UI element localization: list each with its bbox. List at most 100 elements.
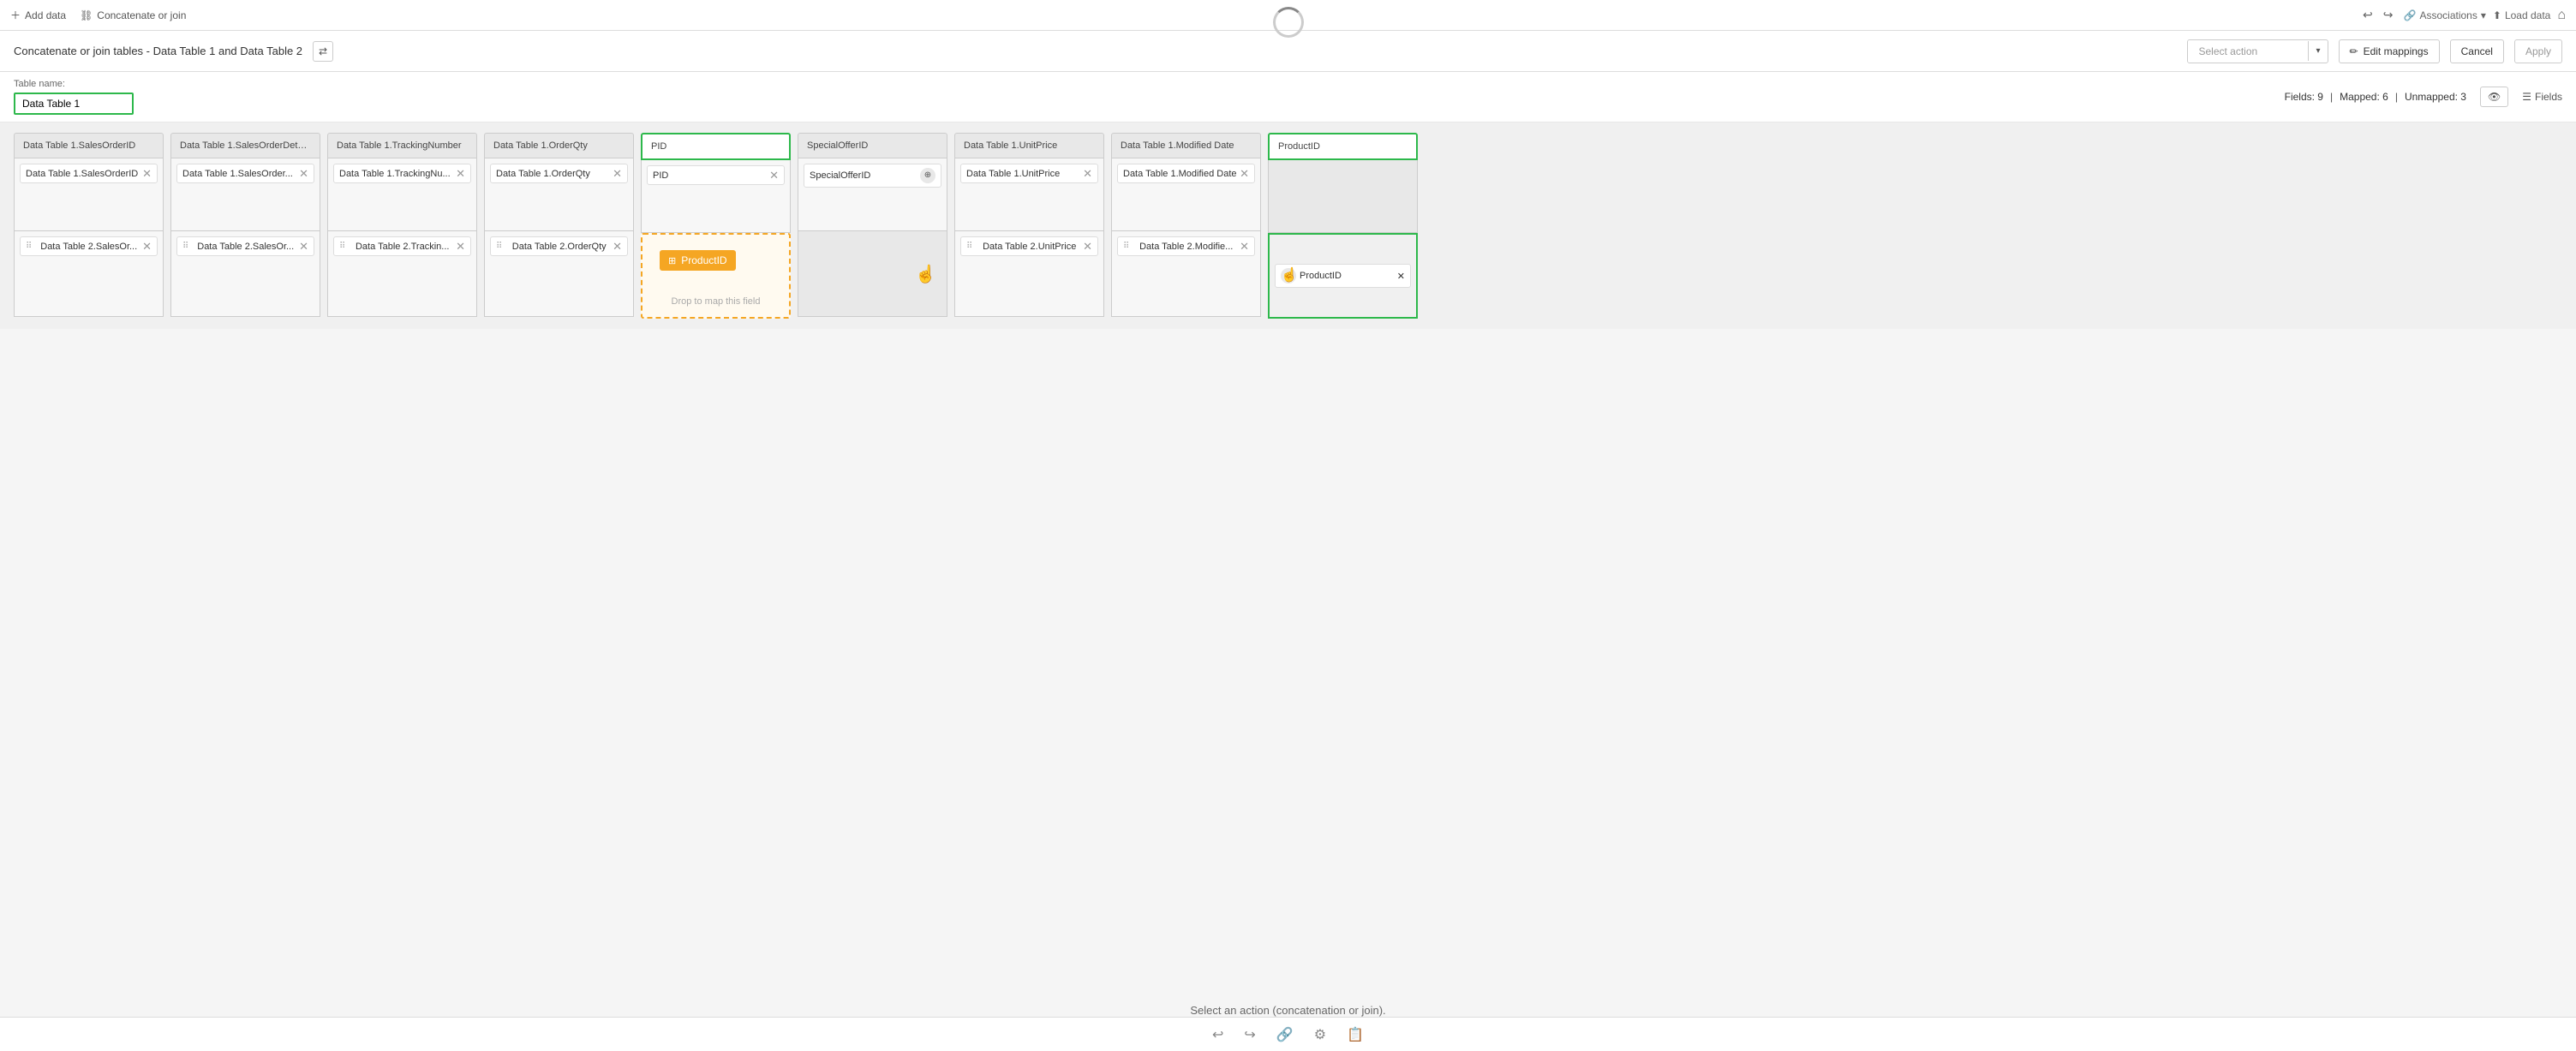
tag-6-top[interactable]: SpecialOfferID ⊕ — [804, 164, 941, 188]
col-bottom-7[interactable]: ⠿ Data Table 2.UnitPrice ✕ — [954, 231, 1104, 317]
home-button[interactable]: ⌂ — [2557, 8, 2566, 23]
tag-4-top[interactable]: Data Table 1.OrderQty ✕ — [490, 164, 628, 183]
col-top-7[interactable]: Data Table 1.UnitPrice ✕ — [954, 158, 1104, 231]
load-data-label: Load data — [2505, 9, 2550, 21]
close-icon[interactable]: ✕ — [142, 168, 152, 179]
drop-zone-5[interactable]: ⊞ ProductID Drop to map this field — [641, 233, 791, 319]
drag-handle: ⠿ — [1123, 242, 1129, 251]
link-icon: ⛓ — [80, 9, 93, 21]
tag-7-top[interactable]: Data Table 1.UnitPrice ✕ — [960, 164, 1098, 183]
productid-tag[interactable]: ☝ ProductID ✕ — [1275, 264, 1411, 288]
close-icon[interactable]: ✕ — [613, 168, 622, 179]
chevron-down-icon[interactable]: ▾ — [2308, 41, 2327, 61]
col-bottom-8[interactable]: ⠿ Data Table 2.Modifie... ✕ — [1111, 231, 1261, 317]
tag-label: Data Table 1.UnitPrice — [966, 169, 1060, 179]
fields-button[interactable]: ☰ Fields — [2522, 91, 2562, 103]
col-bottom-9[interactable]: ☝ ProductID ✕ — [1268, 233, 1418, 319]
col-top-3[interactable]: Data Table 1.TrackingNu... ✕ — [327, 158, 477, 231]
tag-3-top[interactable]: Data Table 1.TrackingNu... ✕ — [333, 164, 471, 183]
close-icon[interactable]: ✕ — [613, 241, 622, 252]
close-icon[interactable]: ✕ — [299, 241, 308, 252]
close-icon[interactable]: ✕ — [456, 168, 465, 179]
tag-2-top[interactable]: Data Table 1.SalesOrder... ✕ — [176, 164, 314, 183]
unmapped-count: Unmapped: 3 — [2405, 91, 2466, 103]
status-message: Select an action (concatenation or join)… — [1190, 1004, 1385, 1017]
close-icon[interactable]: ✕ — [299, 168, 308, 179]
tag-label: Data Table 1.OrderQty — [496, 169, 590, 179]
cancel-button[interactable]: Cancel — [2450, 39, 2504, 63]
col-top-5[interactable]: PID ✕ — [641, 160, 791, 233]
close-icon[interactable]: ✕ — [1083, 168, 1092, 179]
col-top-1[interactable]: Data Table 1.SalesOrderID ✕ — [14, 158, 164, 231]
tag-8-top[interactable]: Data Table 1.Modified Date ✕ — [1117, 164, 1255, 183]
bottom-redo-button[interactable]: ↪ — [1240, 1023, 1258, 1047]
close-icon[interactable]: ✕ — [142, 241, 152, 252]
close-icon[interactable]: ✕ — [769, 170, 779, 181]
close-icon[interactable]: ✕ — [456, 241, 465, 252]
col-bottom-3[interactable]: ⠿ Data Table 2.Trackin... ✕ — [327, 231, 477, 317]
tag-3-bottom[interactable]: ⠿ Data Table 2.Trackin... ✕ — [333, 236, 471, 256]
dragging-pill: ⊞ ProductID — [660, 250, 736, 271]
close-icon[interactable]: ✕ — [1240, 168, 1249, 179]
bottom-clipboard-button[interactable]: 📋 — [1343, 1023, 1367, 1047]
column-salesorderdetailid: Data Table 1.SalesOrderDetailID Data Tab… — [170, 133, 320, 319]
close-icon[interactable]: ✕ — [1083, 241, 1092, 252]
bottom-undo-button[interactable]: ↩ — [1209, 1023, 1227, 1047]
apply-label: Apply — [2525, 45, 2551, 57]
mapping-area: Data Table 1.SalesOrderID Data Table 1.S… — [0, 122, 2576, 329]
col-top-9[interactable] — [1268, 160, 1418, 233]
tag-1-bottom[interactable]: ⠿ Data Table 2.SalesOr... ✕ — [20, 236, 158, 256]
tag-label: SpecialOfferID — [810, 170, 870, 181]
col-top-8[interactable]: Data Table 1.Modified Date ✕ — [1111, 158, 1261, 231]
col-header-4: Data Table 1.OrderQty — [484, 133, 634, 158]
add-data-action[interactable]: ＋ Add data — [10, 8, 66, 22]
column-pid: PID PID ✕ ⊞ ProductID Drop to map this f… — [641, 133, 791, 319]
col-top-6[interactable]: SpecialOfferID ⊕ — [798, 158, 947, 231]
tag-8-bottom[interactable]: ⠿ Data Table 2.Modifie... ✕ — [1117, 236, 1255, 256]
select-action-placeholder: Select action — [2188, 40, 2308, 63]
page-title: Concatenate or join tables - Data Table … — [14, 45, 302, 57]
eye-button[interactable]: 👁 — [2480, 87, 2508, 107]
close-icon[interactable]: ✕ — [1240, 241, 1249, 252]
chevron-down-icon: ▾ — [2481, 9, 2486, 21]
tag-label: Data Table 2.SalesOr... — [197, 242, 294, 252]
swap-button[interactable]: ⇄ — [313, 41, 333, 62]
bottom-toolbar: ↩ ↪ 🔗 ⚙ 📋 — [0, 1017, 2576, 1051]
edit-mappings-button[interactable]: ✏ Edit mappings — [2339, 39, 2440, 63]
tag-5-top[interactable]: PID ✕ — [647, 165, 785, 185]
concat-join-action[interactable]: ⛓ Concatenate or join — [80, 9, 186, 21]
col-bottom-4[interactable]: ⠿ Data Table 2.OrderQty ✕ — [484, 231, 634, 317]
load-data-button[interactable]: ⬆ Load data — [2493, 9, 2550, 21]
close-icon[interactable]: ✕ — [1397, 271, 1405, 282]
associations-button[interactable]: 🔗 Associations ▾ — [2404, 9, 2486, 21]
bottom-settings-button[interactable]: ⚙ — [1311, 1023, 1330, 1047]
redo-button[interactable]: ↪ — [2380, 4, 2397, 26]
table-name-input[interactable] — [14, 93, 134, 115]
col-bottom-2[interactable]: ⠿ Data Table 2.SalesOr... ✕ — [170, 231, 320, 317]
concat-join-label: Concatenate or join — [97, 9, 186, 21]
undo-button[interactable]: ↩ — [2359, 4, 2376, 26]
col-top-2[interactable]: Data Table 1.SalesOrder... ✕ — [170, 158, 320, 231]
col-header-1: Data Table 1.SalesOrderID — [14, 133, 164, 158]
cursor-target-icon[interactable]: ☝ — [1281, 268, 1296, 284]
col-top-4[interactable]: Data Table 1.OrderQty ✕ — [484, 158, 634, 231]
status-bar: Select an action (concatenation or join)… — [0, 1004, 2576, 1017]
hand-cursor-icon: ☝ — [915, 263, 936, 284]
cancel-label: Cancel — [2461, 45, 2493, 57]
column-productid: ProductID ☝ ProductID ✕ — [1268, 133, 1418, 319]
tag-1-top[interactable]: Data Table 1.SalesOrderID ✕ — [20, 164, 158, 183]
tag-2-bottom[interactable]: ⠿ Data Table 2.SalesOr... ✕ — [176, 236, 314, 256]
assoc-icon: 🔗 — [2404, 9, 2417, 21]
select-action-wrapper[interactable]: Select action ▾ — [2187, 39, 2328, 63]
cursor-icon[interactable]: ⊕ — [920, 168, 935, 183]
associations-label: Associations — [2419, 9, 2477, 21]
list-icon: ☰ — [2522, 91, 2531, 103]
apply-button[interactable]: Apply — [2514, 39, 2562, 63]
col-bottom-1[interactable]: ⠿ Data Table 2.SalesOr... ✕ — [14, 231, 164, 317]
col-header-6: SpecialOfferID — [798, 133, 947, 158]
tag-label: Data Table 2.OrderQty — [512, 242, 607, 252]
tag-4-bottom[interactable]: ⠿ Data Table 2.OrderQty ✕ — [490, 236, 628, 256]
tag-7-bottom[interactable]: ⠿ Data Table 2.UnitPrice ✕ — [960, 236, 1098, 256]
bottom-link-button[interactable]: 🔗 — [1273, 1023, 1297, 1047]
drag-handle: ⠿ — [339, 242, 345, 251]
